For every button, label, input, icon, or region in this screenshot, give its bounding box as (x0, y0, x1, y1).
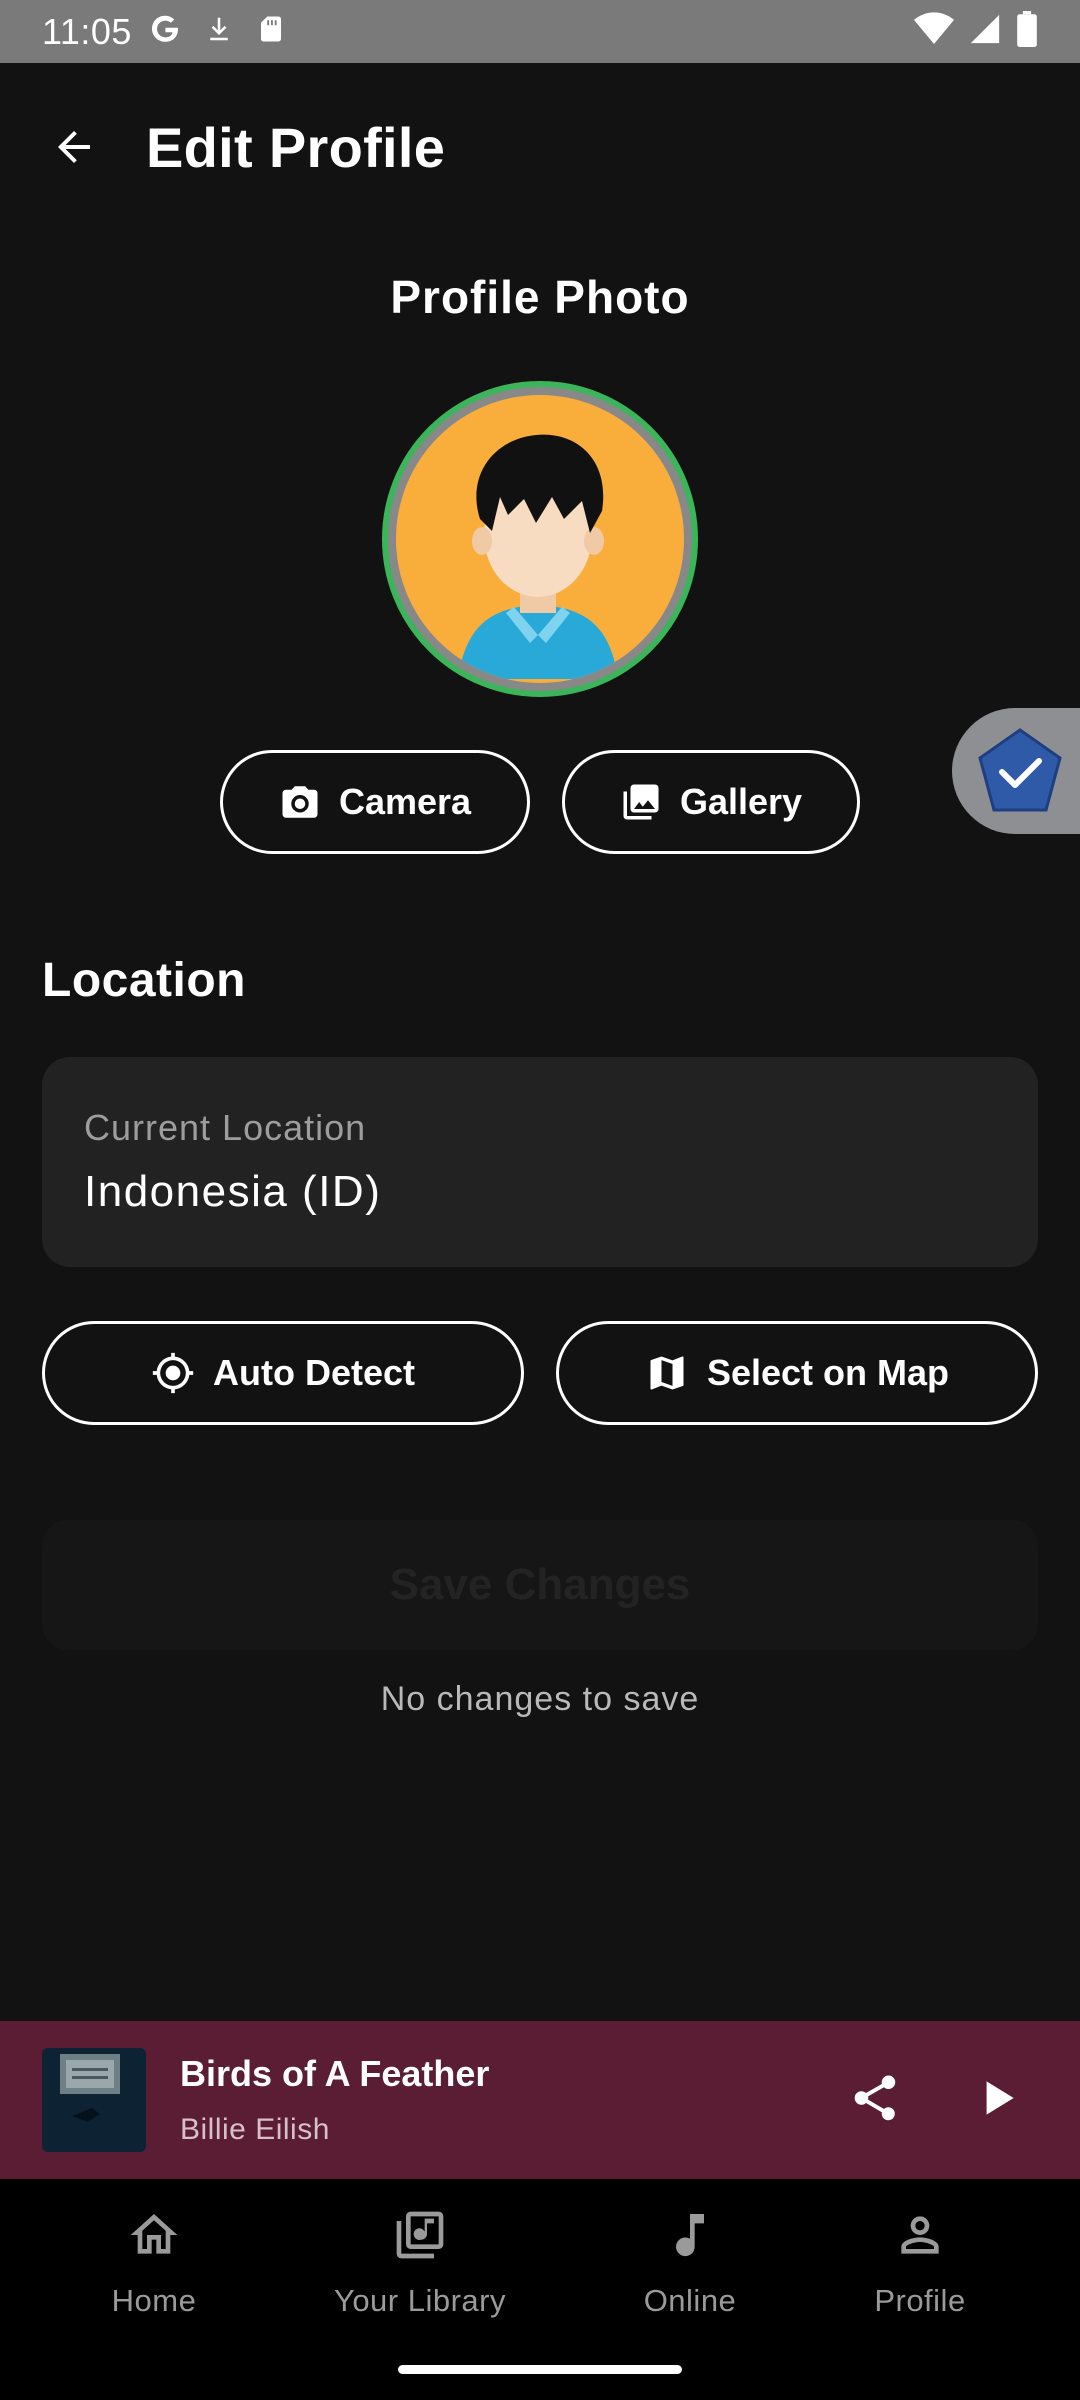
camera-button[interactable]: Camera (220, 750, 530, 854)
nav-label-your-library: Your Library (333, 2283, 506, 2318)
google-icon (148, 12, 182, 51)
camera-icon (282, 786, 318, 818)
home-indicator-bar[interactable] (398, 2365, 682, 2374)
nav-label-home: Home (111, 2283, 197, 2318)
floating-overlay-button[interactable] (952, 708, 1080, 834)
location-heading: Location (42, 954, 246, 1007)
camera-button-label: Camera (338, 781, 472, 822)
back-button[interactable] (44, 117, 104, 177)
avatar[interactable] (382, 381, 698, 697)
shield-check-icon (978, 728, 1062, 812)
status-bar: 11:05 (0, 0, 1080, 63)
auto-detect-button[interactable]: Auto Detect (42, 1321, 524, 1425)
page-title: Edit Profile (146, 115, 446, 179)
play-icon (986, 2080, 1014, 2115)
select-on-map-button[interactable]: Select on Map (556, 1321, 1038, 1425)
battery-icon (1016, 11, 1038, 52)
auto-detect-label: Auto Detect (212, 1352, 415, 1393)
gallery-icon (623, 784, 659, 820)
signal-icon (968, 12, 1002, 51)
album-cover-image (42, 2048, 146, 2152)
nav-item-profile[interactable]: Profile (795, 2207, 1045, 2319)
back-arrow-icon (58, 131, 90, 163)
home-icon (130, 2214, 178, 2254)
album-art (42, 2048, 146, 2152)
profile-photo-heading: Profile Photo (390, 271, 690, 323)
play-button[interactable] (972, 2071, 1022, 2130)
nav-label-profile: Profile (874, 2283, 966, 2318)
wifi-icon (914, 12, 954, 51)
gps-target-icon (152, 1352, 194, 1394)
nav-item-online[interactable]: Online (565, 2207, 815, 2319)
save-changes-button[interactable]: Save Changes (42, 1520, 1038, 1650)
download-icon (204, 12, 234, 51)
select-on-map-label: Select on Map (706, 1352, 950, 1393)
current-location-label: Current Location (84, 1107, 367, 1148)
person-icon (901, 2216, 939, 2254)
share-button[interactable] (848, 2071, 902, 2130)
track-artist: Billie Eilish (180, 2113, 330, 2146)
current-location-value: Indonesia (ID) (84, 1167, 382, 1216)
nav-item-your-library[interactable]: Your Library (295, 2207, 545, 2319)
edit-profile-screen: 11:05 Edit Profile Profile Photo Camera … (0, 0, 1080, 2400)
sd-card-icon (256, 12, 286, 51)
avatar-illustration (458, 434, 618, 679)
nav-item-home[interactable]: Home (29, 2207, 279, 2319)
gallery-button-label: Gallery (679, 781, 803, 822)
save-changes-label: Save Changes (389, 1560, 691, 1609)
share-icon (854, 2075, 896, 2120)
current-location-field[interactable]: Current Location Indonesia (ID) (42, 1057, 1038, 1267)
music-note-icon (676, 2214, 704, 2257)
app-header: Edit Profile (0, 63, 1080, 231)
status-time: 11:05 (42, 10, 132, 52)
library-icon (396, 2211, 444, 2259)
map-icon (650, 1356, 684, 1390)
no-changes-hint: No changes to save (380, 1680, 700, 1718)
track-title: Birds of A Feather (180, 2053, 490, 2094)
nav-label-online: Online (643, 2283, 737, 2318)
gallery-button[interactable]: Gallery (562, 750, 860, 854)
mini-player[interactable]: Birds of A Feather Billie Eilish (0, 2021, 1080, 2179)
